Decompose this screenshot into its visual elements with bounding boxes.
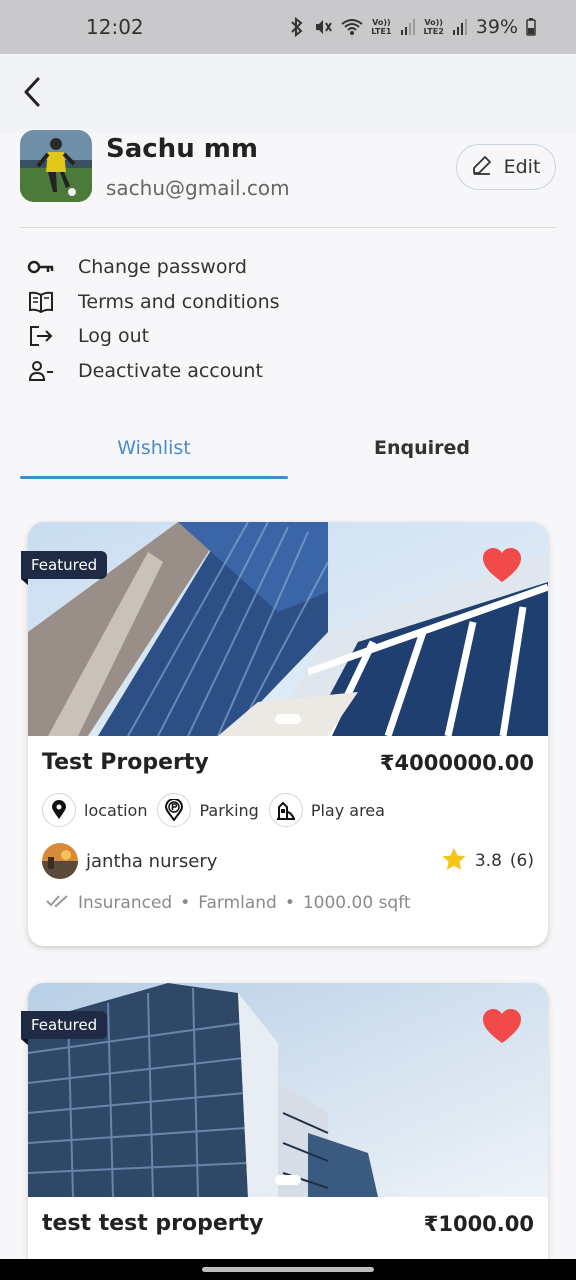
wifi-icon bbox=[341, 18, 363, 36]
key-icon bbox=[26, 252, 56, 282]
menu-label: Log out bbox=[78, 325, 150, 348]
user-minus-icon bbox=[26, 356, 56, 386]
mute-icon bbox=[313, 17, 333, 37]
profile-section: Sachu mm sachu@gmail.com Edit bbox=[20, 130, 556, 228]
tab-bar: Wishlist Enquired bbox=[20, 420, 556, 480]
amenity-list: location Parking Play area bbox=[42, 793, 534, 827]
menu-logout[interactable]: Log out bbox=[26, 319, 280, 354]
location-pin-icon bbox=[42, 793, 76, 827]
sim1-label: Vo)) LTE1 bbox=[371, 18, 392, 36]
property-meta: Insuranced • Farmland • 1000.00 sqft bbox=[42, 893, 534, 913]
property-title: Test Property bbox=[42, 750, 209, 775]
sim2-label: Vo)) LTE2 bbox=[423, 18, 444, 36]
carousel-indicator bbox=[275, 1175, 301, 1185]
app-header bbox=[0, 54, 576, 134]
property-price: ₹1000.00 bbox=[423, 1211, 534, 1236]
featured-badge: Featured bbox=[21, 1011, 108, 1045]
amenity-location: location bbox=[42, 793, 147, 827]
parking-icon bbox=[157, 793, 192, 827]
user-name: Sachu mm bbox=[106, 134, 258, 164]
battery-percent: 39% bbox=[475, 16, 518, 38]
profile-divider bbox=[20, 227, 556, 228]
back-button[interactable] bbox=[14, 74, 50, 114]
rating: 3.8 (6) bbox=[441, 847, 534, 876]
menu-deactivate[interactable]: Deactivate account bbox=[26, 354, 280, 389]
property-title: test test property bbox=[42, 1211, 264, 1236]
heart-icon[interactable] bbox=[482, 548, 522, 584]
signal1-icon bbox=[400, 18, 416, 36]
tab-enquired[interactable]: Enquired bbox=[288, 420, 556, 476]
system-nav-bar bbox=[0, 1259, 576, 1280]
bluetooth-icon bbox=[289, 17, 305, 37]
menu-label: Deactivate account bbox=[78, 359, 263, 382]
avatar[interactable] bbox=[20, 130, 92, 202]
menu-label: Terms and conditions bbox=[78, 290, 280, 313]
book-icon bbox=[26, 287, 56, 317]
status-time: 12:02 bbox=[86, 15, 144, 39]
owner-name: jantha nursery bbox=[86, 850, 218, 872]
logout-icon bbox=[26, 321, 56, 351]
owner-avatar bbox=[42, 843, 78, 879]
menu-terms[interactable]: Terms and conditions bbox=[26, 285, 280, 320]
status-bar: 12:02 Vo)) LTE1 Vo)) LTE2 39% bbox=[0, 0, 576, 54]
chevron-left-icon bbox=[22, 77, 42, 111]
star-icon bbox=[441, 847, 467, 876]
featured-badge: Featured bbox=[21, 551, 108, 585]
menu-label: Change password bbox=[78, 256, 247, 279]
home-gesture-handle[interactable] bbox=[202, 1267, 374, 1272]
amenity-play-area: Play area bbox=[268, 793, 385, 827]
menu-change-password[interactable]: Change password bbox=[26, 250, 280, 285]
carousel-indicator bbox=[275, 714, 301, 724]
tab-wishlist[interactable]: Wishlist bbox=[20, 420, 288, 476]
rating-value: 3.8 bbox=[474, 851, 502, 871]
double-check-icon bbox=[46, 893, 70, 913]
user-email: sachu@gmail.com bbox=[106, 176, 290, 200]
playground-icon bbox=[268, 793, 303, 827]
property-card[interactable]: Test Property ₹4000000.00 location Parki… bbox=[28, 522, 548, 946]
edit-label: Edit bbox=[503, 156, 541, 178]
active-tab-indicator bbox=[20, 476, 288, 479]
property-price: ₹4000000.00 bbox=[379, 750, 534, 775]
amenity-parking: Parking bbox=[157, 793, 259, 827]
pencil-icon bbox=[472, 155, 492, 180]
edit-profile-button[interactable]: Edit bbox=[456, 144, 556, 190]
heart-icon[interactable] bbox=[482, 1009, 522, 1045]
status-icons: Vo)) LTE1 Vo)) LTE2 39% bbox=[289, 16, 536, 38]
account-menu: Change password Terms and conditions Log… bbox=[26, 250, 280, 388]
owner-info[interactable]: jantha nursery bbox=[42, 843, 217, 879]
signal2-icon bbox=[452, 18, 468, 36]
review-count: (6) bbox=[509, 851, 534, 871]
battery-icon bbox=[526, 18, 536, 36]
